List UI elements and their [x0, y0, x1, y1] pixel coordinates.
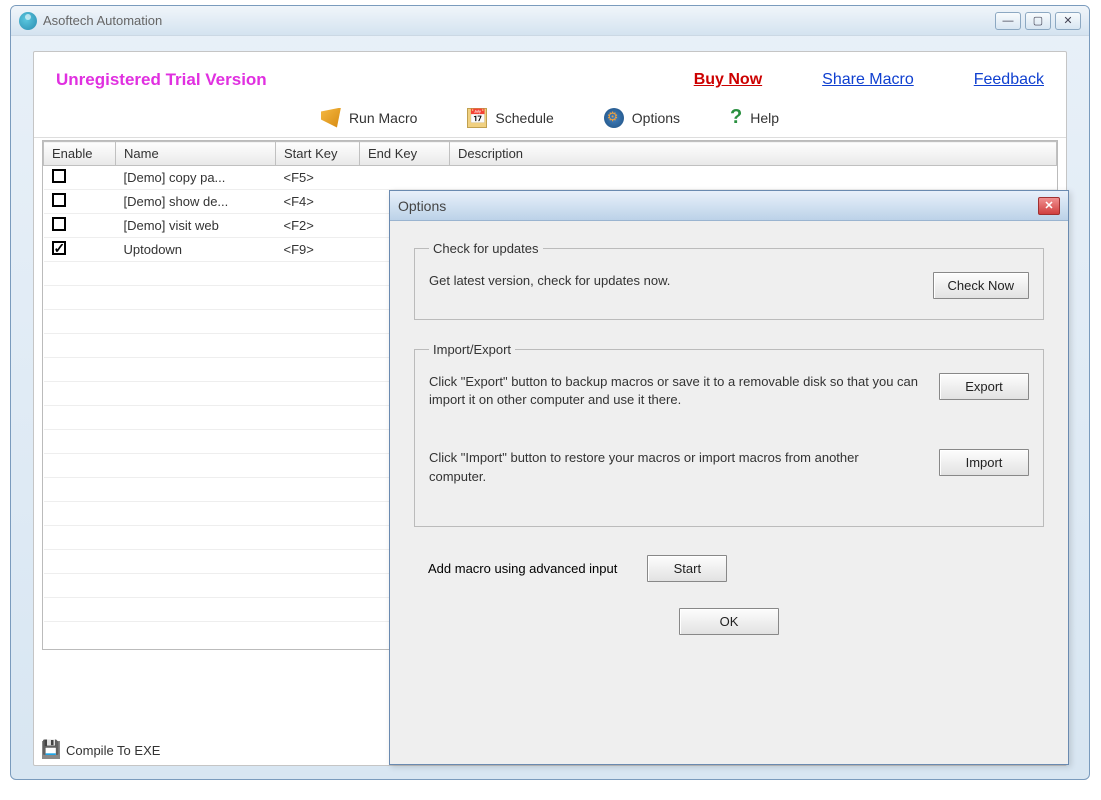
advanced-row: Add macro using advanced input Start [414, 549, 1044, 596]
schedule-icon [467, 108, 487, 128]
enable-checkbox[interactable] [52, 241, 66, 255]
header-links: Buy Now Share Macro Feedback [694, 71, 1044, 89]
advanced-label: Add macro using advanced input [428, 561, 617, 576]
dialog-titlebar: Options ✕ [390, 191, 1068, 221]
compile-to-exe-button[interactable]: Compile To EXE [66, 743, 160, 758]
enable-checkbox[interactable] [52, 217, 66, 231]
col-enable[interactable]: Enable [44, 142, 116, 166]
buy-now-link[interactable]: Buy Now [694, 71, 762, 89]
check-now-button[interactable]: Check Now [933, 272, 1029, 299]
macro-endkey [360, 166, 450, 190]
options-label: Options [632, 110, 680, 126]
titlebar: Asoftech Automation — ▢ ✕ [11, 6, 1089, 36]
import-export-group: Import/Export Click "Export" button to b… [414, 342, 1044, 527]
schedule-button[interactable]: Schedule [467, 108, 553, 128]
macro-startkey: <F9> [276, 238, 360, 262]
options-button[interactable]: Options [604, 108, 680, 128]
window-controls: — ▢ ✕ [995, 12, 1081, 30]
macro-description [450, 166, 1057, 190]
macro-startkey: <F2> [276, 214, 360, 238]
help-icon: ? [730, 106, 742, 129]
export-text: Click "Export" button to backup macros o… [429, 373, 919, 409]
dialog-title: Options [398, 198, 446, 214]
table-header-row: Enable Name Start Key End Key Descriptio… [44, 142, 1057, 166]
help-label: Help [750, 110, 779, 126]
macro-name: [Demo] show de... [116, 190, 276, 214]
bottom-bar: Compile To EXE [42, 741, 160, 759]
col-description[interactable]: Description [450, 142, 1057, 166]
import-button[interactable]: Import [939, 449, 1029, 476]
start-button[interactable]: Start [647, 555, 727, 582]
feedback-link[interactable]: Feedback [974, 71, 1044, 89]
dialog-close-button[interactable]: ✕ [1038, 197, 1060, 215]
enable-checkbox[interactable] [52, 193, 66, 207]
macro-startkey: <F5> [276, 166, 360, 190]
window-title: Asoftech Automation [43, 13, 162, 28]
maximize-button[interactable]: ▢ [1025, 12, 1051, 30]
minimize-button[interactable]: — [995, 12, 1021, 30]
macro-startkey: <F4> [276, 190, 360, 214]
table-row[interactable]: [Demo] copy pa...<F5> [44, 166, 1057, 190]
check-updates-text: Get latest version, check for updates no… [429, 272, 913, 290]
trial-label: Unregistered Trial Version [56, 70, 267, 90]
macro-name: Uptodown [116, 238, 276, 262]
header-row: Unregistered Trial Version Buy Now Share… [34, 52, 1066, 100]
import-export-legend: Import/Export [429, 342, 515, 357]
col-endkey[interactable]: End Key [360, 142, 450, 166]
dialog-body: Check for updates Get latest version, ch… [390, 221, 1068, 655]
app-icon [19, 12, 37, 30]
compile-icon [42, 741, 60, 759]
col-startkey[interactable]: Start Key [276, 142, 360, 166]
schedule-label: Schedule [495, 110, 553, 126]
close-button[interactable]: ✕ [1055, 12, 1081, 30]
share-macro-link[interactable]: Share Macro [822, 71, 914, 89]
run-macro-button[interactable]: Run Macro [321, 108, 417, 128]
toolbar: Run Macro Schedule Options ? Help [34, 100, 1066, 138]
check-updates-legend: Check for updates [429, 241, 543, 256]
macro-name: [Demo] copy pa... [116, 166, 276, 190]
run-icon [321, 108, 341, 128]
import-text: Click "Import" button to restore your ma… [429, 449, 919, 485]
check-updates-group: Check for updates Get latest version, ch… [414, 241, 1044, 320]
help-button[interactable]: ? Help [730, 106, 779, 129]
export-button[interactable]: Export [939, 373, 1029, 400]
enable-checkbox[interactable] [52, 169, 66, 183]
ok-button[interactable]: OK [679, 608, 779, 635]
col-name[interactable]: Name [116, 142, 276, 166]
macro-name: [Demo] visit web [116, 214, 276, 238]
run-macro-label: Run Macro [349, 110, 417, 126]
options-icon [604, 108, 624, 128]
options-dialog: Options ✕ Check for updates Get latest v… [389, 190, 1069, 765]
